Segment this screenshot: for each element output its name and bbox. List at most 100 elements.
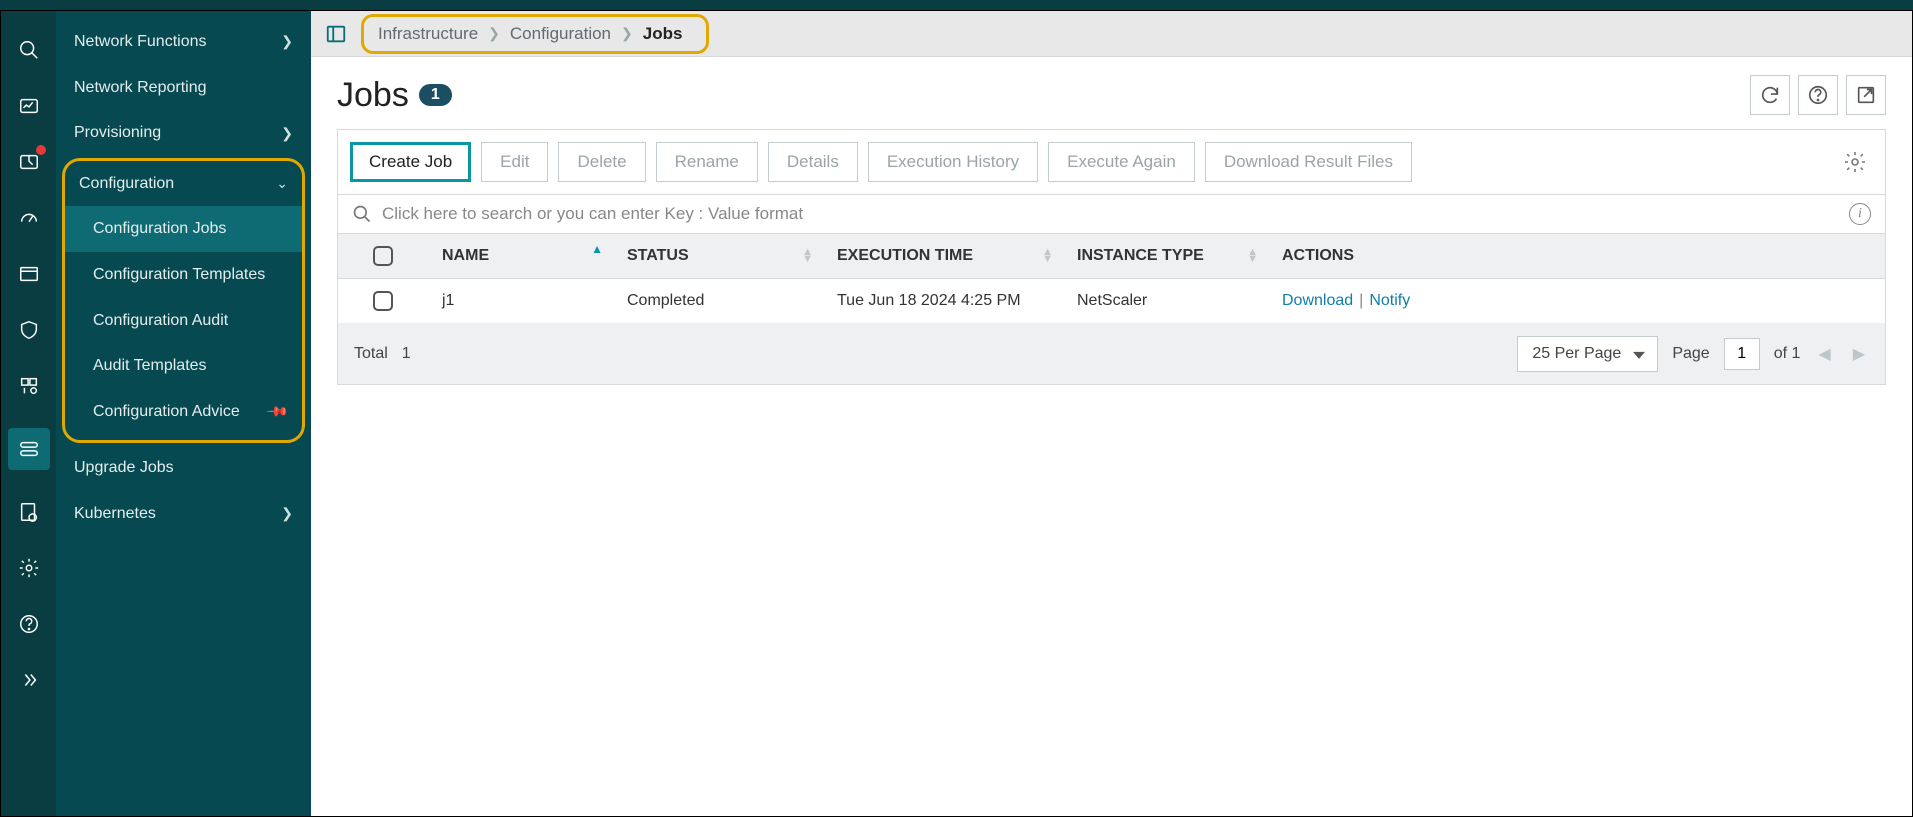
search-row: i — [338, 194, 1885, 233]
sidebar-item-label: Configuration Templates — [93, 264, 265, 286]
search-icon — [352, 204, 372, 224]
help-icon[interactable] — [15, 610, 43, 638]
sidebar-configuration-children: Configuration Jobs Configuration Templat… — [65, 206, 302, 434]
settings-icon[interactable] — [15, 554, 43, 582]
sidebar-item-network-reporting[interactable]: Network Reporting — [56, 65, 311, 111]
sidebar-item-upgrade-jobs[interactable]: Upgrade Jobs — [56, 445, 311, 491]
sidebar-sub-audit-templates[interactable]: Audit Templates — [65, 343, 302, 389]
breadcrumb-bar: Infrastructure ❯ Configuration ❯ Jobs — [311, 11, 1912, 57]
sidebar-item-label: Upgrade Jobs — [74, 457, 174, 479]
cell-name: j1 — [428, 279, 613, 323]
inbox-icon[interactable] — [15, 148, 43, 176]
breadcrumb-jobs: Jobs — [643, 24, 683, 44]
page-title: Jobs — [337, 76, 409, 115]
page-of-label: of 1 — [1774, 345, 1801, 363]
storage-icon[interactable] — [8, 428, 50, 470]
sort-icon: ▲▼ — [1042, 249, 1053, 263]
sidebar-item-configuration[interactable]: Configuration ⌄ — [65, 161, 302, 207]
jobs-table: NAME▲ STATUS▲▼ EXECUTION TIME▲▼ INSTANCE… — [337, 234, 1886, 385]
sidebar-item-label: Configuration Jobs — [93, 218, 226, 240]
row-checkbox[interactable] — [373, 291, 393, 311]
apps-icon[interactable] — [15, 372, 43, 400]
delete-button[interactable]: Delete — [558, 142, 645, 182]
pin-icon[interactable]: 📌 — [264, 399, 290, 425]
rename-button[interactable]: Rename — [656, 142, 758, 182]
search-input[interactable] — [382, 204, 1839, 224]
edit-button[interactable]: Edit — [481, 142, 548, 182]
sidebar-configuration-group: Configuration ⌄ Configuration Jobs Confi… — [62, 158, 305, 444]
chevron-right-icon: ❯ — [621, 25, 633, 42]
sidebar-sub-configuration-templates[interactable]: Configuration Templates — [65, 252, 302, 298]
notify-link[interactable]: Notify — [1369, 292, 1410, 310]
cell-execution-time: Tue Jun 18 2024 4:25 PM — [823, 279, 1063, 323]
sidebar-item-label: Audit Templates — [93, 355, 207, 377]
sidebar-item-provisioning[interactable]: Provisioning ❯ — [56, 110, 311, 156]
header-actions: ACTIONS — [1268, 234, 1885, 278]
sidebar-item-label: Kubernetes — [74, 503, 156, 525]
total-value: 1 — [402, 345, 411, 363]
cell-status: Completed — [613, 279, 823, 323]
sidebar-sub-configuration-jobs[interactable]: Configuration Jobs — [65, 206, 302, 252]
count-badge: 1 — [419, 84, 452, 106]
table-settings-icon[interactable] — [1837, 144, 1873, 180]
sort-asc-icon: ▲ — [591, 242, 603, 256]
sidebar-item-label: Network Functions — [74, 31, 207, 53]
next-page-icon[interactable]: ▶ — [1849, 344, 1869, 364]
download-link[interactable]: Download — [1282, 292, 1353, 310]
sidebar: Network Functions ❯ Network Reporting Pr… — [56, 11, 311, 816]
action-separator: | — [1359, 292, 1363, 310]
content: Jobs 1 Create Job Edit Delete Rename Det… — [311, 57, 1912, 816]
gauge-icon[interactable] — [15, 204, 43, 232]
table-header: NAME▲ STATUS▲▼ EXECUTION TIME▲▼ INSTANCE… — [338, 234, 1885, 279]
icon-rail — [1, 11, 56, 816]
create-job-button[interactable]: Create Job — [350, 142, 471, 182]
chevron-right-icon: ❯ — [488, 25, 500, 42]
sidebar-item-network-functions[interactable]: Network Functions ❯ — [56, 19, 311, 65]
download-result-files-button[interactable]: Download Result Files — [1205, 142, 1412, 182]
header-instance-type[interactable]: INSTANCE TYPE▲▼ — [1063, 234, 1268, 278]
page-label: Page — [1672, 345, 1709, 363]
header-name[interactable]: NAME▲ — [428, 234, 613, 278]
chevron-right-icon: ❯ — [281, 504, 293, 523]
sidebar-item-kubernetes[interactable]: Kubernetes ❯ — [56, 491, 311, 537]
header-execution-time[interactable]: EXECUTION TIME▲▼ — [823, 234, 1063, 278]
sort-icon: ▲▼ — [802, 249, 813, 263]
external-link-icon[interactable] — [1846, 75, 1886, 115]
per-page-select[interactable]: 25 Per Page — [1517, 336, 1658, 372]
table-row: j1 Completed Tue Jun 18 2024 4:25 PM Net… — [338, 279, 1885, 324]
details-button[interactable]: Details — [768, 142, 858, 182]
cell-instance-type: NetScaler — [1063, 279, 1268, 323]
select-all-checkbox[interactable] — [373, 246, 393, 266]
header-status[interactable]: STATUS▲▼ — [613, 234, 823, 278]
refresh-icon[interactable] — [1750, 75, 1790, 115]
sidebar-item-label: Network Reporting — [74, 77, 207, 99]
header-checkbox — [338, 234, 428, 278]
chevron-right-icon: ❯ — [281, 124, 293, 143]
cell-actions: Download | Notify — [1268, 279, 1885, 323]
info-icon[interactable]: i — [1849, 203, 1871, 225]
sort-icon: ▲▼ — [1247, 249, 1258, 263]
app-shell: Network Functions ❯ Network Reporting Pr… — [0, 10, 1913, 817]
sidebar-item-label: Configuration Audit — [93, 310, 228, 332]
toolbar: Create Job Edit Delete Rename Details Ex… — [337, 129, 1886, 234]
report-icon[interactable] — [15, 498, 43, 526]
execute-again-button[interactable]: Execute Again — [1048, 142, 1195, 182]
panel-toggle-icon[interactable] — [325, 23, 347, 45]
chevron-down-icon: ⌄ — [276, 174, 288, 193]
dashboard-icon[interactable] — [15, 92, 43, 120]
chevron-right-icon: ❯ — [281, 32, 293, 51]
prev-page-icon[interactable]: ◀ — [1814, 344, 1834, 364]
sidebar-item-label: Configuration Advice — [93, 401, 240, 423]
window-icon[interactable] — [15, 260, 43, 288]
breadcrumb-infrastructure[interactable]: Infrastructure — [378, 24, 478, 44]
sidebar-sub-configuration-advice[interactable]: Configuration Advice 📌 — [65, 389, 302, 435]
sidebar-sub-configuration-audit[interactable]: Configuration Audit — [65, 298, 302, 344]
top-accent-bar — [0, 0, 1913, 10]
shield-icon[interactable] — [15, 316, 43, 344]
page-input[interactable] — [1724, 338, 1760, 370]
breadcrumb-configuration[interactable]: Configuration — [510, 24, 611, 44]
expand-icon[interactable] — [15, 666, 43, 694]
search-icon[interactable] — [15, 36, 43, 64]
help-icon[interactable] — [1798, 75, 1838, 115]
execution-history-button[interactable]: Execution History — [868, 142, 1038, 182]
